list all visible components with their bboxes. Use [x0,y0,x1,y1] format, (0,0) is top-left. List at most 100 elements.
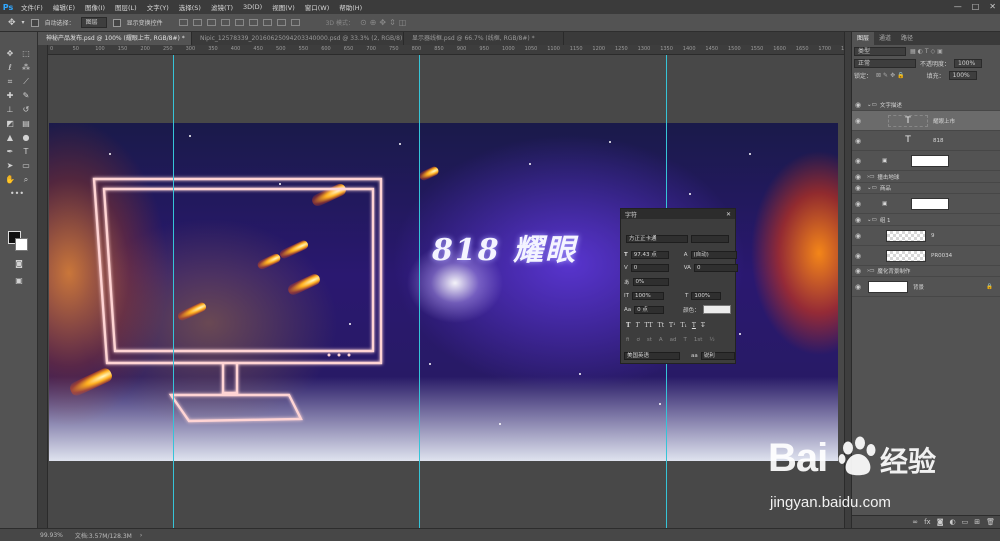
distribute-icon[interactable] [290,19,300,26]
layer-group-row[interactable]: ◉ ›▭ 撞击地球 [852,172,1000,183]
layer-group-row[interactable]: ◉ ›▭ 魔化背景制作 [852,266,1000,277]
language-select[interactable]: 美国英语 [624,352,680,360]
align-right-icon[interactable] [248,19,258,26]
distribute-icon[interactable] [276,19,286,26]
brush-tool-icon[interactable]: ✎ [19,90,33,101]
menu-file[interactable]: 文件(F) [16,2,48,12]
opentype-icon[interactable]: ơ [636,337,639,343]
antialias-select[interactable]: 锐利 [700,352,735,360]
visibility-eye-icon[interactable]: ◉ [852,184,864,192]
magic-wand-icon[interactable]: ⁂ [19,62,33,73]
visibility-eye-icon[interactable]: ◉ [852,173,864,181]
minimize-button[interactable]: — [954,0,962,14]
visibility-eye-icon[interactable]: ◉ [852,137,864,145]
color-swatches[interactable] [8,231,30,253]
healing-brush-icon[interactable]: ✚ [3,90,17,101]
subscript-button[interactable]: T₁ [680,322,686,329]
menu-window[interactable]: 窗口(W) [300,2,335,12]
lock-icons[interactable]: ⊠✎✥🔒 [876,72,907,79]
kerning-field[interactable]: 0 [630,264,669,272]
align-hcenter-icon[interactable] [234,19,244,26]
fill-field[interactable]: 100% [948,70,977,80]
layer-group-row[interactable]: ◉ ⌄▭ 组 1 [852,215,1000,226]
underline-button[interactable]: T [692,322,696,329]
tab-layers[interactable]: 图层 [852,32,875,45]
layer-row[interactable]: ◉ PR0034 [852,246,1000,266]
auto-select-dropdown[interactable]: 图层 [80,17,107,28]
path-select-icon[interactable]: ➤ [3,160,17,171]
more-tools-icon[interactable]: ••• [10,188,24,199]
new-layer-icon[interactable]: ⊞ [974,518,980,526]
status-menu-icon[interactable]: › [140,532,142,539]
panel-close-icon[interactable]: ✕ [726,211,731,218]
menu-3d[interactable]: 3D(D) [238,3,267,11]
visibility-eye-icon[interactable]: ◉ [852,157,864,165]
dodge-tool-icon[interactable]: ● [19,132,33,143]
strikethrough-button[interactable]: T̶ [701,322,705,329]
delete-layer-icon[interactable]: 🗑 [986,518,995,526]
font-size-field[interactable]: 97.43 点 [630,251,669,259]
background-color[interactable] [15,238,28,251]
move-tool-icon[interactable]: ✥ [8,18,16,28]
show-transform-checkbox[interactable] [112,18,121,27]
menu-help[interactable]: 帮助(H) [334,2,367,12]
align-left-icon[interactable] [220,19,230,26]
align-vcenter-icon[interactable] [192,19,202,26]
opentype-icon[interactable]: ½ [709,337,714,343]
clone-stamp-icon[interactable]: ⊥ [3,104,17,115]
document-info[interactable]: 文档:3.57M/128.3M [75,531,132,540]
superscript-button[interactable]: T¹ [669,322,675,329]
small-caps-button[interactable]: Tt [658,322,664,329]
layer-filter-icons[interactable]: ▦◐T◇▣ [910,48,945,55]
menu-image[interactable]: 图像(I) [80,2,110,12]
tsume-field[interactable]: 0% [632,278,669,286]
opentype-icon[interactable]: T [684,337,687,343]
guide-line[interactable] [419,55,420,528]
guide-line[interactable] [173,55,174,528]
tracking-field[interactable]: 0 [693,264,738,272]
canvas-headline-text[interactable]: 818 耀眼 [432,225,577,269]
menu-view[interactable]: 视图(V) [267,2,300,12]
eyedropper-tool-icon[interactable]: ⟋ [19,76,33,87]
baseline-shift-field[interactable]: 0 点 [634,305,665,314]
maximize-button[interactable]: □ [972,0,980,14]
rectangle-tool-icon[interactable]: ▭ [19,160,33,171]
tab-document[interactable]: 神秘产品发布.psd @ 100% (耀眼上市, RGB/8#) * [38,32,192,45]
pen-tool-icon[interactable]: ✒ [3,146,17,157]
opentype-icon[interactable]: 1st [694,337,703,343]
layer-filter-select[interactable]: 类型 [854,46,906,56]
layer-row-background[interactable]: ◉ 背景 🔒 [852,277,1000,297]
quick-mask-icon[interactable]: ◙ [12,258,26,269]
faux-italic-button[interactable]: T [635,322,639,329]
visibility-eye-icon[interactable]: ◉ [852,200,864,208]
vertical-scale-field[interactable]: 100% [631,292,664,300]
menu-type[interactable]: 文字(Y) [142,2,174,12]
marquee-tool-icon[interactable]: ⬚ [19,48,33,59]
opacity-field[interactable]: 100% [954,58,983,68]
blend-mode-select[interactable]: 正常 [854,58,916,68]
visibility-eye-icon[interactable]: ◉ [852,216,864,224]
layer-row-selected[interactable]: ◉ T 耀眼上市 [852,111,1000,131]
crop-tool-icon[interactable]: ⌗ [3,76,17,87]
menu-select[interactable]: 选择(S) [174,2,206,12]
lasso-tool-icon[interactable]: ℓ [3,62,17,73]
visibility-eye-icon[interactable]: ◉ [852,232,864,240]
faux-bold-button[interactable]: T [626,322,630,329]
layer-row[interactable]: ◉ ▣ [852,194,1000,214]
eraser-tool-icon[interactable]: ◩ [3,118,17,129]
zoom-tool-icon[interactable]: ⌕ [19,174,33,185]
tab-paths[interactable]: 路径 [896,32,918,45]
leading-field[interactable]: (自动) [690,251,737,259]
menu-edit[interactable]: 编辑(E) [48,2,80,12]
opentype-icon[interactable]: st [647,337,652,343]
layer-row[interactable]: ◉ 9 [852,226,1000,246]
layer-group-row[interactable]: ◉ ⌄▭ 文字描述 [852,100,1000,111]
history-brush-icon[interactable]: ↺ [19,104,33,115]
visibility-eye-icon[interactable]: ◉ [852,101,864,109]
layer-row[interactable]: ◉ T 818 [852,131,1000,151]
character-panel-header[interactable]: 字符 ✕ [621,209,735,219]
auto-select-checkbox[interactable] [30,18,39,27]
menu-layer[interactable]: 图层(L) [110,2,142,12]
layer-row[interactable]: ◉ ▣ [852,151,1000,171]
visibility-eye-icon[interactable]: ◉ [852,252,864,260]
